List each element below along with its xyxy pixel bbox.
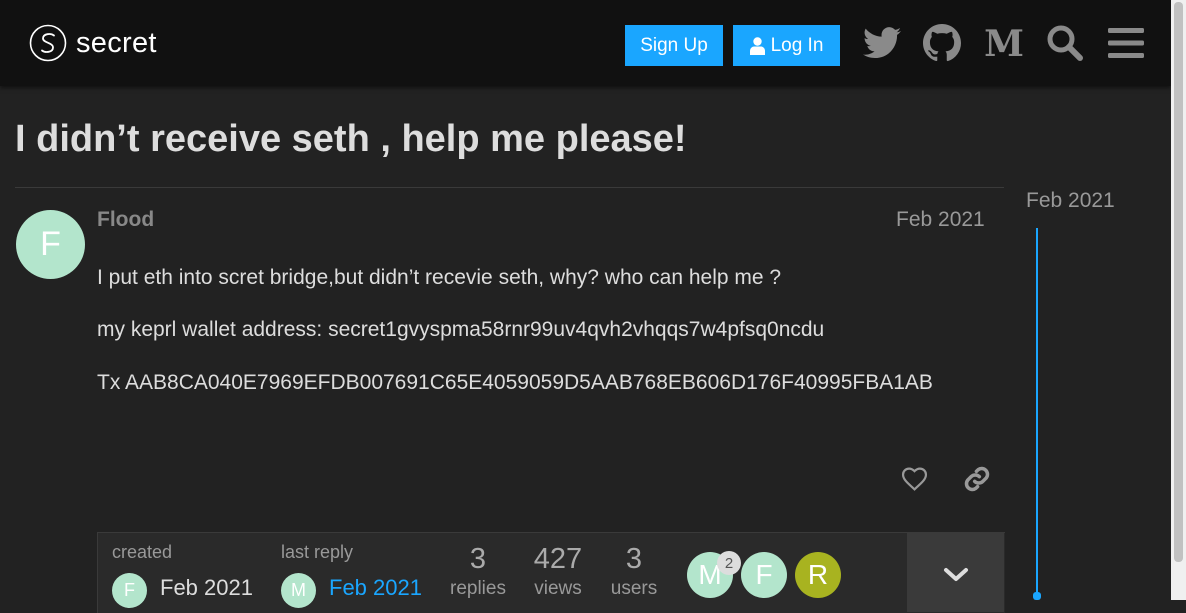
secret-logo-icon [29, 24, 67, 62]
log-in-label: Log In [770, 34, 824, 56]
last-reply-avatar[interactable]: M [281, 573, 316, 608]
post-author-name[interactable]: Flood [97, 208, 154, 232]
sign-up-button[interactable]: Sign Up [625, 25, 723, 66]
title-divider [15, 187, 1004, 188]
post-paragraph: my keprl wallet address: secret1gvyspma5… [97, 318, 825, 341]
participant-avatar[interactable]: R [795, 552, 841, 598]
scrollbar-thumb[interactable] [1174, 2, 1183, 562]
timeline-track[interactable] [1036, 228, 1038, 600]
replies-label: replies [450, 578, 506, 599]
participant-avatar[interactable]: F [741, 552, 787, 598]
created-date: Feb 2021 [160, 575, 253, 600]
heart-icon [901, 467, 927, 491]
timeline-handle[interactable] [1033, 592, 1041, 600]
github-icon[interactable] [921, 22, 963, 64]
user-icon [749, 36, 765, 55]
hamburger-menu-icon[interactable] [1105, 22, 1147, 64]
post-paragraph: I put eth into scret bridge,but didn’t r… [97, 266, 782, 289]
post-author-avatar[interactable]: F [16, 210, 85, 279]
medium-icon[interactable]: M [983, 22, 1025, 64]
views-count: 427 [533, 543, 583, 575]
created-avatar[interactable]: F [112, 573, 147, 608]
expand-summary-button[interactable] [907, 532, 1004, 612]
like-button[interactable] [894, 459, 934, 499]
search-icon[interactable] [1044, 22, 1086, 64]
svg-text:M: M [984, 26, 1024, 60]
topic-title[interactable]: I didn’t receive seth , help me please! [15, 118, 687, 161]
post-count-badge: 2 [717, 551, 741, 575]
last-reply-label: last reply [281, 542, 354, 562]
users-count: 3 [625, 543, 643, 575]
last-reply-date[interactable]: Feb 2021 [329, 575, 422, 601]
site-logo[interactable]: secret [29, 24, 157, 62]
link-icon [964, 466, 990, 492]
replies-count: 3 [469, 543, 487, 575]
post-date[interactable]: Feb 2021 [896, 208, 985, 232]
brand-name: secret [76, 26, 157, 59]
post-paragraph: Tx AAB8CA040E7969EFDB007691C65E4059059D5… [97, 371, 933, 394]
views-label: views [534, 578, 582, 599]
page-scrollbar[interactable] [1171, 0, 1186, 600]
log-in-button[interactable]: Log In [733, 25, 840, 66]
site-header: secret Sign Up Log In M [0, 0, 1171, 86]
twitter-icon[interactable] [861, 22, 903, 64]
users-label: users [610, 578, 658, 599]
chevron-down-icon [943, 568, 968, 581]
created-label: created [112, 542, 173, 562]
share-link-button[interactable] [957, 459, 997, 499]
timeline-date[interactable]: Feb 2021 [1026, 189, 1115, 213]
